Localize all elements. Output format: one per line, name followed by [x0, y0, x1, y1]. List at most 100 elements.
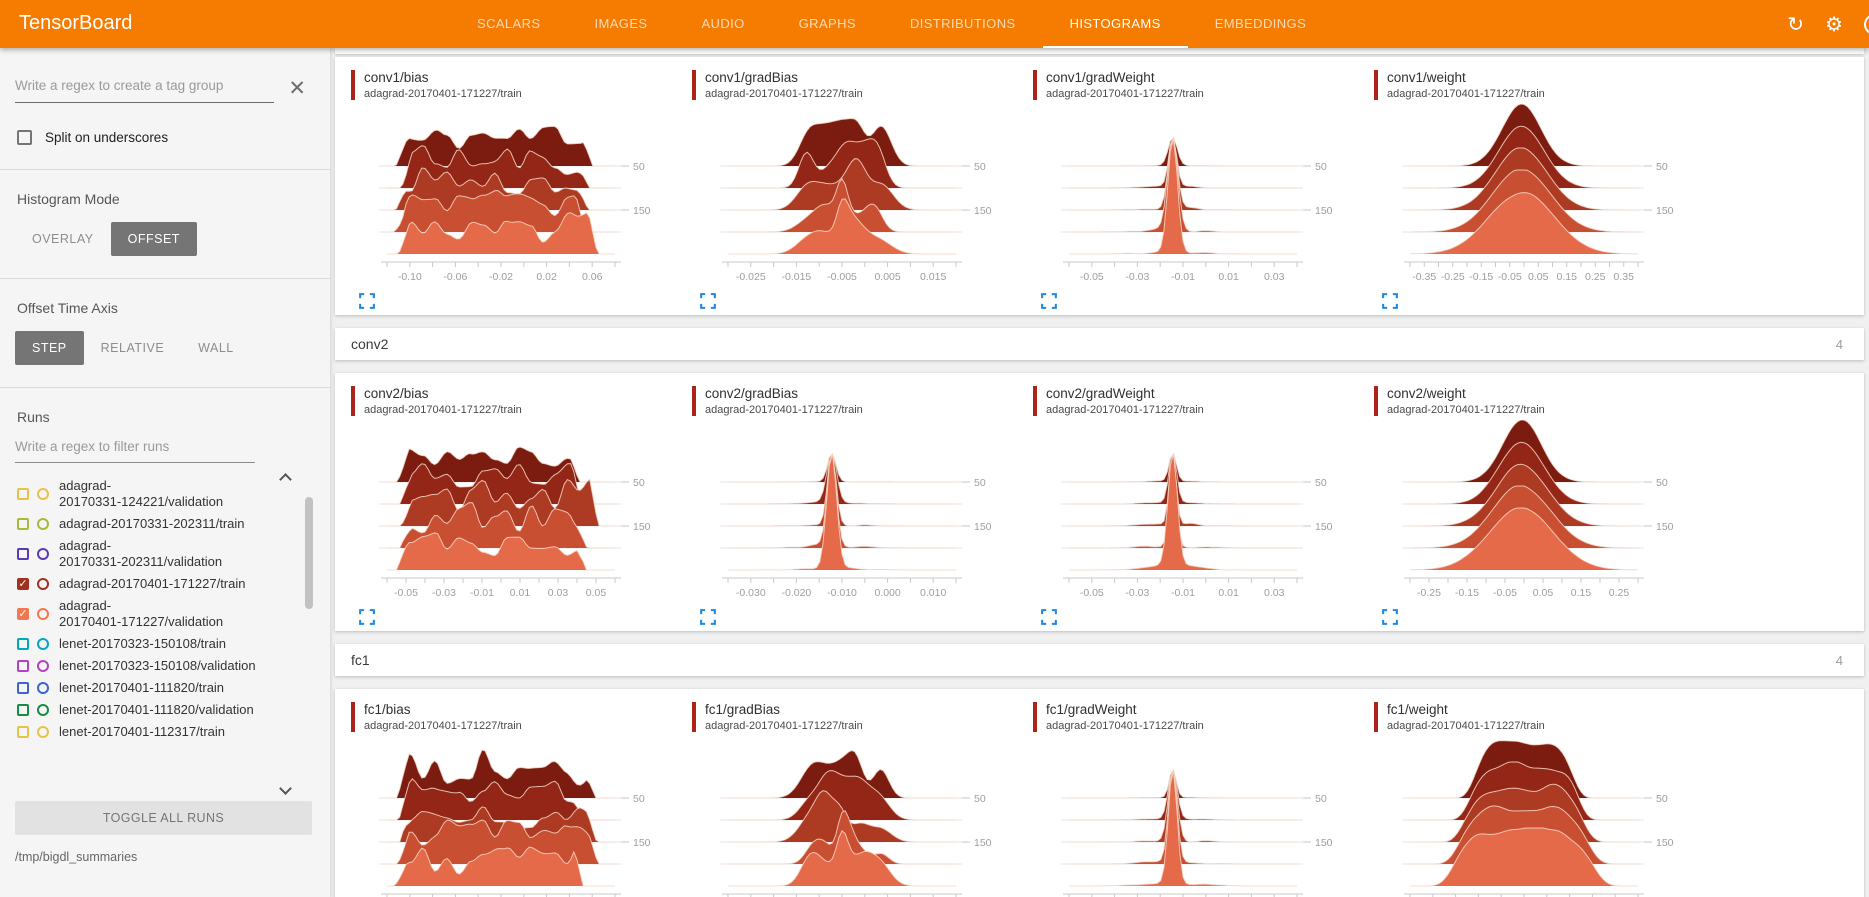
card-tag-title: conv1/bias: [364, 70, 522, 85]
offset-time-axis-label: Offset Time Axis: [17, 300, 330, 316]
time-axis-relative[interactable]: RELATIVE: [84, 331, 182, 365]
histogram-chart: 50150-0.030-0.020-0.0100.0000.010: [704, 420, 1009, 602]
run-row[interactable]: ✓adagrad-20170401-171227/validation: [15, 598, 330, 630]
tab-distributions[interactable]: DISTRIBUTIONS: [883, 0, 1043, 48]
run-checkbox[interactable]: [17, 548, 29, 560]
svg-text:-0.01: -0.01: [1171, 271, 1195, 283]
runs-list: adagrad-20170331-124221/validationadagra…: [15, 467, 330, 797]
expand-icon[interactable]: [1382, 609, 1398, 625]
close-icon[interactable]: ✕: [286, 76, 308, 103]
svg-text:0.01: 0.01: [1218, 271, 1239, 283]
histogram-card: conv1/weightadagrad-20170401-171227/trai…: [1374, 70, 1715, 309]
histogram-mode-overlay[interactable]: OVERLAY: [15, 222, 111, 256]
svg-text:0.015: 0.015: [920, 271, 946, 283]
run-checkbox[interactable]: ✓: [17, 608, 29, 620]
toggle-all-runs-button[interactable]: TOGGLE ALL RUNS: [15, 801, 312, 835]
expand-icon[interactable]: [359, 609, 375, 625]
run-label: adagrad-20170401-171227/train: [59, 576, 246, 592]
run-row[interactable]: lenet-20170323-150108/train: [15, 636, 330, 652]
run-color-bar: [1033, 702, 1037, 732]
split-underscores-checkbox[interactable]: [17, 130, 32, 145]
svg-text:50: 50: [974, 793, 986, 805]
tab-graphs[interactable]: GRAPHS: [772, 0, 883, 48]
run-row[interactable]: adagrad-20170331-202311/train: [15, 516, 330, 532]
run-checkbox[interactable]: [17, 518, 29, 530]
run-radio[interactable]: [37, 682, 49, 694]
run-radio[interactable]: [37, 548, 49, 560]
run-checkbox[interactable]: [17, 638, 29, 650]
time-axis-step[interactable]: STEP: [15, 331, 84, 365]
run-row[interactable]: ✓ adagrad-20170401-171227/train: [15, 576, 330, 592]
divider: [0, 169, 330, 170]
run-row[interactable]: lenet-20170401-111820/validation: [15, 702, 330, 718]
card-tag-title: conv1/weight: [1387, 70, 1545, 85]
tab-histograms[interactable]: HISTOGRAMS: [1043, 0, 1188, 48]
run-radio[interactable]: [37, 726, 49, 738]
run-radio[interactable]: [37, 608, 49, 620]
expand-icon[interactable]: [700, 609, 716, 625]
svg-text:-0.10: -0.10: [398, 271, 422, 283]
card-titles: conv2/gradBiasadagrad-20170401-171227/tr…: [705, 386, 863, 416]
svg-text:0.25: 0.25: [1609, 587, 1630, 599]
run-row[interactable]: lenet-20170323-150108/validation: [15, 658, 330, 674]
card-tag-title: conv2/bias: [364, 386, 522, 401]
run-row[interactable]: adagrad-20170331-202311/validation: [15, 538, 330, 570]
histogram-chart: 50150-0.10-0.06-0.020.020.06: [363, 104, 668, 286]
run-checkbox[interactable]: [17, 488, 29, 500]
run-checkbox[interactable]: [17, 682, 29, 694]
tab-embeddings[interactable]: EMBEDDINGS: [1188, 0, 1333, 48]
expand-icon[interactable]: [1041, 609, 1057, 625]
run-checkbox[interactable]: [17, 726, 29, 738]
run-radio[interactable]: [37, 704, 49, 716]
card-run-name: adagrad-20170401-171227/train: [705, 88, 863, 100]
svg-text:-0.020: -0.020: [782, 587, 812, 599]
histogram-mode-offset[interactable]: OFFSET: [111, 222, 197, 256]
svg-text:150: 150: [633, 205, 651, 217]
scroll-down-icon[interactable]: [279, 782, 292, 795]
histogram-card: fc1/weightadagrad-20170401-171227/train5…: [1374, 702, 1715, 897]
histogram-card: fc1/gradWeightadagrad-20170401-171227/tr…: [1033, 702, 1374, 897]
settings-icon[interactable]: ⚙: [1825, 14, 1843, 34]
run-radio[interactable]: [37, 518, 49, 530]
expand-icon[interactable]: [359, 293, 375, 309]
run-radio[interactable]: [37, 638, 49, 650]
tab-images[interactable]: IMAGES: [568, 0, 675, 48]
histogram-card: fc1/biasadagrad-20170401-171227/train501…: [351, 702, 692, 897]
svg-text:150: 150: [1656, 521, 1674, 533]
card-header: conv2/weightadagrad-20170401-171227/trai…: [1374, 386, 1715, 416]
group-panel: conv2/biasadagrad-20170401-171227/train5…: [335, 373, 1864, 631]
time-axis-wall[interactable]: WALL: [181, 331, 251, 365]
run-radio[interactable]: [37, 488, 49, 500]
group-header-fc1[interactable]: fc14: [335, 644, 1864, 676]
card-header: conv2/biasadagrad-20170401-171227/train: [351, 386, 692, 416]
svg-text:0.35: 0.35: [1614, 271, 1635, 283]
svg-text:-0.25: -0.25: [1417, 587, 1441, 599]
run-radio[interactable]: [37, 660, 49, 672]
help-icon[interactable]: ?: [1864, 14, 1869, 35]
run-row[interactable]: lenet-20170401-112317/train: [15, 724, 330, 740]
expand-icon[interactable]: [700, 293, 716, 309]
run-checkbox[interactable]: ✓: [17, 578, 29, 590]
svg-text:-0.03: -0.03: [1125, 587, 1149, 599]
log-directory: /tmp/bigdl_summaries: [15, 850, 330, 864]
expand-icon[interactable]: [1041, 293, 1057, 309]
refresh-icon[interactable]: ↻: [1787, 14, 1804, 34]
run-checkbox[interactable]: [17, 704, 29, 716]
svg-text:0.03: 0.03: [1264, 587, 1285, 599]
run-row[interactable]: lenet-20170401-111820/train: [15, 680, 330, 696]
run-checkbox[interactable]: [17, 660, 29, 672]
svg-text:150: 150: [1656, 205, 1674, 217]
svg-text:0.005: 0.005: [874, 271, 900, 283]
svg-text:0.010: 0.010: [920, 587, 946, 599]
expand-icon[interactable]: [1382, 293, 1398, 309]
svg-text:150: 150: [1656, 837, 1674, 849]
tab-scalars[interactable]: SCALARS: [450, 0, 568, 48]
run-radio[interactable]: [37, 578, 49, 590]
runs-scrollbar-thumb[interactable]: [305, 497, 313, 609]
runs-filter-input[interactable]: Write a regex to filter runs: [15, 437, 255, 463]
tag-regex-input[interactable]: Write a regex to create a tag group: [15, 64, 274, 103]
group-name: conv2: [351, 336, 388, 352]
group-header-conv2[interactable]: conv24: [335, 328, 1864, 360]
tab-audio[interactable]: AUDIO: [674, 0, 771, 48]
card-run-name: adagrad-20170401-171227/train: [1387, 404, 1545, 416]
